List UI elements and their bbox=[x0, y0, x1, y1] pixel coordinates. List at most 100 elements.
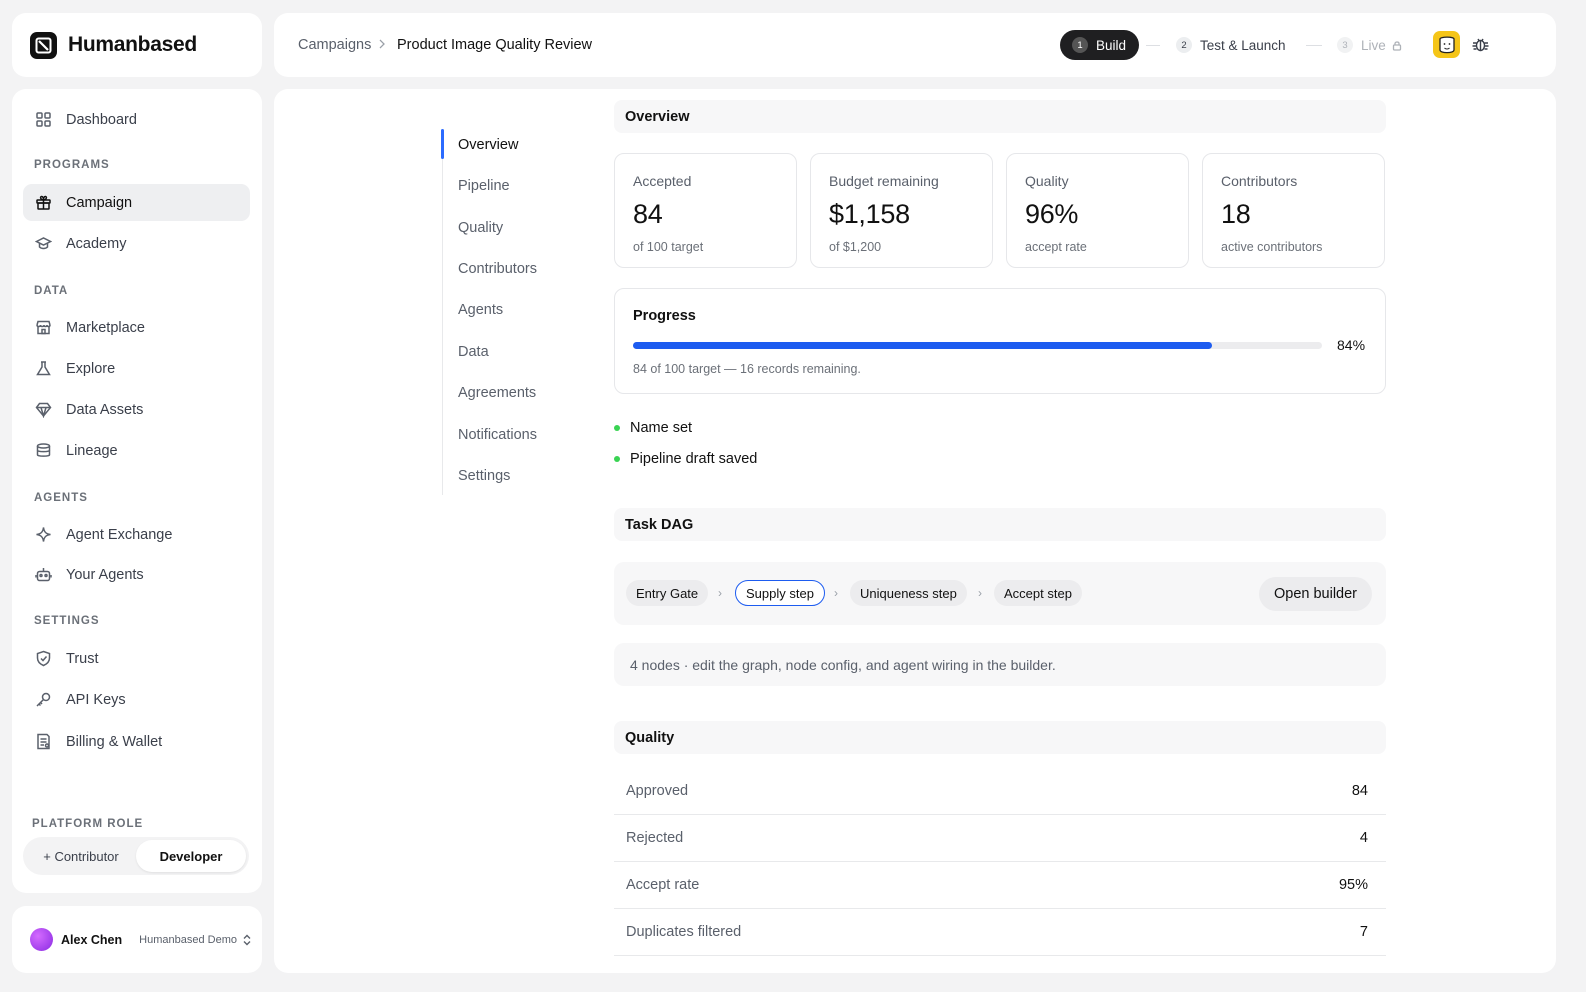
stat-value: 18 bbox=[1221, 199, 1251, 229]
status-dot-icon bbox=[614, 456, 620, 462]
subnav-pipeline[interactable]: Pipeline bbox=[458, 178, 510, 194]
sidebar-item-billing-wallet[interactable]: Billing & Wallet bbox=[23, 723, 250, 760]
chevron-up-down-icon bbox=[242, 934, 252, 946]
sidebar-item-academy[interactable]: Academy bbox=[23, 225, 250, 262]
sidebar-item-your-agents[interactable]: Your Agents bbox=[23, 556, 250, 593]
dag-node-uniqueness-step[interactable]: Uniqueness step bbox=[850, 580, 967, 606]
step-test-launch[interactable]: 2 Test & Launch bbox=[1176, 30, 1286, 60]
sidebar-item-campaign[interactable]: Campaign bbox=[23, 184, 250, 221]
table-row: Rejected 4 bbox=[614, 815, 1386, 862]
step-number: 3 bbox=[1337, 37, 1353, 53]
face-avatar-icon[interactable] bbox=[1433, 31, 1460, 58]
checklist-item: Pipeline draft saved bbox=[614, 451, 757, 467]
progress-percent: 84% bbox=[1337, 337, 1366, 353]
row-label: Accept rate bbox=[626, 877, 700, 893]
sidebar-item-label: Campaign bbox=[66, 194, 133, 211]
logo-card: Humanbased bbox=[12, 13, 262, 77]
progress-note: 84 of 100 target — 16 records remaining. bbox=[633, 362, 861, 376]
shield-icon bbox=[35, 650, 52, 667]
section-data: DATA bbox=[34, 285, 69, 297]
role-developer-option[interactable]: Developer bbox=[136, 840, 246, 872]
brand-name: Humanbased bbox=[68, 33, 197, 56]
open-builder-button[interactable]: Open builder bbox=[1259, 577, 1372, 611]
progress-bar bbox=[633, 342, 1322, 349]
user-name: Alex Chen bbox=[61, 932, 123, 947]
stat-card-contributors: Contributors 18 active contributors bbox=[1202, 153, 1385, 268]
graduation-cap-icon bbox=[35, 235, 52, 252]
section-agents: AGENTS bbox=[34, 492, 88, 504]
stat-card-accepted: Accepted 84 of 100 target bbox=[614, 153, 797, 268]
checklist-item: Name set bbox=[614, 420, 692, 436]
chevron-right-icon: › bbox=[834, 586, 838, 600]
humanbased-logo-icon bbox=[30, 31, 57, 59]
stat-value: 84 bbox=[633, 199, 663, 229]
overview-heading: Overview bbox=[614, 100, 1386, 133]
step-connector bbox=[1306, 45, 1322, 46]
stat-label: Accepted bbox=[633, 173, 692, 189]
sidebar-item-lineage[interactable]: Lineage bbox=[23, 432, 250, 469]
sidebar-item-label: Billing & Wallet bbox=[66, 733, 163, 750]
sidebar-item-label: Lineage bbox=[66, 442, 118, 459]
platform-role-label: PLATFORM ROLE bbox=[32, 818, 144, 830]
table-row: Accept rate 95% bbox=[614, 862, 1386, 909]
row-value: 7 bbox=[1359, 924, 1368, 940]
subnav-notifications[interactable]: Notifications bbox=[458, 427, 537, 443]
row-value: 95% bbox=[1338, 877, 1368, 893]
step-live: 3 Live bbox=[1337, 30, 1402, 60]
main-content: Overview Pipeline Quality Contributors A… bbox=[274, 89, 1556, 973]
subnav-quality[interactable]: Quality bbox=[458, 220, 503, 236]
progress-card: Progress 84% 84 of 100 target — 16 recor… bbox=[614, 288, 1386, 394]
org-name: Humanbased Demo bbox=[139, 933, 237, 946]
dag-node-supply-step[interactable]: Supply step bbox=[735, 580, 825, 606]
dag-panel: Entry Gate › Supply step › Uniqueness st… bbox=[614, 562, 1386, 625]
section-programs: PROGRAMS bbox=[34, 159, 110, 171]
stat-sub: active contributors bbox=[1221, 240, 1323, 254]
breadcrumb-campaigns[interactable]: Campaigns bbox=[298, 37, 371, 53]
row-value: 4 bbox=[1359, 830, 1368, 846]
subnav-settings[interactable]: Settings bbox=[458, 468, 510, 484]
sidebar-item-marketplace[interactable]: Marketplace bbox=[23, 309, 250, 346]
avatar bbox=[30, 928, 53, 951]
step-build[interactable]: 1 Build bbox=[1060, 30, 1139, 60]
storefront-icon bbox=[35, 319, 52, 336]
stat-sub: accept rate bbox=[1025, 240, 1087, 254]
robot-icon bbox=[35, 566, 52, 583]
progress-fill bbox=[633, 342, 1212, 349]
step-number: 2 bbox=[1176, 37, 1192, 53]
sidebar-item-label: Explore bbox=[66, 360, 116, 377]
flask-icon bbox=[35, 360, 52, 377]
sidebar-item-api-keys[interactable]: API Keys bbox=[23, 681, 250, 718]
stat-sub: of $1,200 bbox=[829, 240, 882, 254]
stat-value: $1,158 bbox=[829, 199, 910, 229]
bug-icon[interactable] bbox=[1471, 35, 1490, 54]
table-row: Approved 84 bbox=[614, 768, 1386, 815]
stat-label: Budget remaining bbox=[829, 173, 939, 189]
breadcrumb-current: Product Image Quality Review bbox=[397, 37, 593, 53]
dag-node-accept-step[interactable]: Accept step bbox=[994, 580, 1082, 606]
role-contributor-option[interactable]: + Contributor bbox=[26, 840, 136, 872]
sidebar-item-label: Agent Exchange bbox=[66, 526, 173, 543]
sidebar-item-explore[interactable]: Explore bbox=[23, 350, 250, 387]
receipt-icon bbox=[35, 733, 52, 750]
subnav-agents[interactable]: Agents bbox=[458, 302, 503, 318]
subnav-data[interactable]: Data bbox=[458, 344, 489, 360]
status-dot-icon bbox=[614, 425, 620, 431]
checklist-label: Pipeline draft saved bbox=[630, 451, 758, 467]
sidebar-item-label: Academy bbox=[66, 235, 127, 252]
row-label: Approved bbox=[626, 783, 689, 799]
sidebar-item-agent-exchange[interactable]: Agent Exchange bbox=[23, 516, 250, 553]
sidebar-item-label: Data Assets bbox=[66, 401, 144, 418]
sidebar-item-data-assets[interactable]: Data Assets bbox=[23, 391, 250, 428]
sidebar-item-dashboard[interactable]: Dashboard bbox=[23, 101, 250, 138]
progress-title: Progress bbox=[633, 308, 696, 324]
user-switcher[interactable]: Alex Chen Humanbased Demo bbox=[12, 906, 262, 973]
subnav-contributors[interactable]: Contributors bbox=[458, 261, 537, 277]
subnav-overview[interactable]: Overview bbox=[458, 137, 518, 153]
dag-node-entry-gate[interactable]: Entry Gate bbox=[626, 580, 709, 606]
sidebar-item-trust[interactable]: Trust bbox=[23, 640, 250, 677]
step-number: 1 bbox=[1072, 37, 1088, 53]
database-icon bbox=[35, 442, 52, 459]
chevron-right-icon: › bbox=[978, 586, 982, 600]
subnav-agreements[interactable]: Agreements bbox=[458, 385, 536, 401]
dag-note: 4 nodes · edit the graph, node config, a… bbox=[614, 643, 1386, 686]
